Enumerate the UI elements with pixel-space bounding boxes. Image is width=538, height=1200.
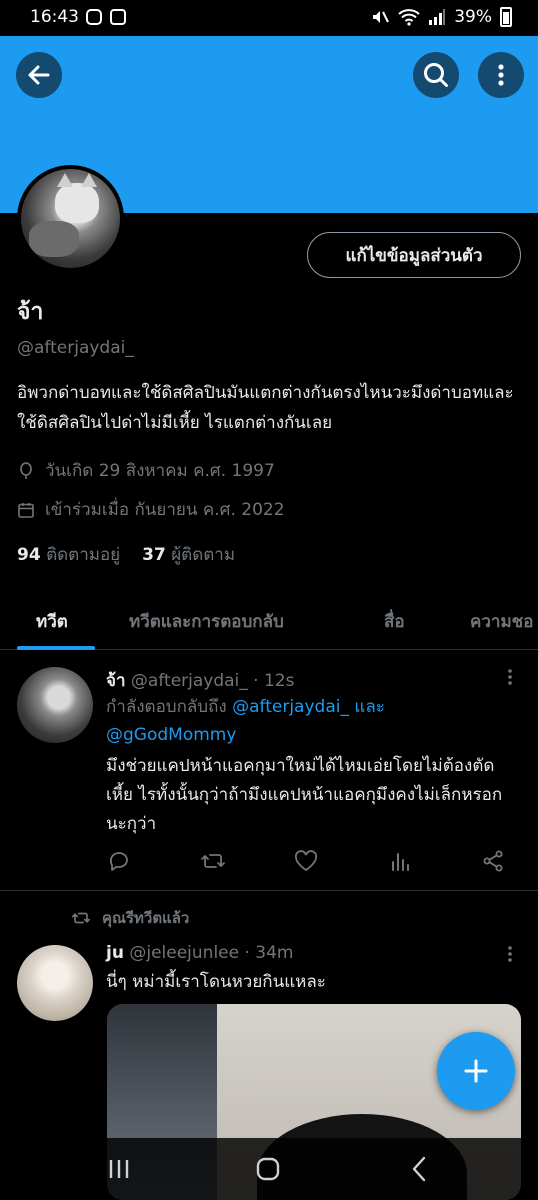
share-icon (483, 850, 503, 872)
edit-profile-button[interactable]: แก้ไขข้อมูลส่วนตัว (307, 232, 521, 278)
tweet-text: นี่ๆ หม่ามี้เราโดนหวยกินแหละ (106, 972, 326, 992)
wifi-icon (398, 9, 420, 26)
back-button[interactable] (16, 52, 62, 98)
birthday-row: วันเกิด 29 สิงหาคม ค.ศ. 1997 (17, 457, 275, 484)
status-time: 16:43 (30, 7, 79, 27)
more-options-button[interactable] (478, 52, 524, 98)
tweet-author-name[interactable]: จ้า (106, 671, 126, 691)
joined-row: เข้าร่วมเมื่อ กันยายน ค.ศ. 2022 (17, 496, 285, 523)
tweet-more-button[interactable] (500, 667, 520, 687)
chevron-left-icon (412, 1156, 426, 1182)
retweeted-context: คุณรีทวีตแล้ว (70, 906, 189, 930)
status-indicators: 39% (370, 7, 512, 27)
more-vertical-icon (508, 669, 512, 685)
followers-label: ผู้ติดตาม (171, 545, 236, 565)
recent-apps-button[interactable] (104, 1156, 134, 1182)
following-label: ติดตามอยู่ (46, 545, 121, 565)
tweet-more-button[interactable] (500, 944, 520, 964)
compose-tweet-button[interactable] (437, 1032, 515, 1110)
retweet-icon (200, 854, 225, 868)
signal-icon (429, 9, 446, 25)
battery-percent: 39% (454, 7, 492, 27)
tweet-header: ju @jeleejunlee · 34m (106, 943, 293, 963)
profile-avatar[interactable] (17, 165, 124, 272)
profile-handle: @afterjaydai_ (17, 338, 134, 358)
more-vertical-icon (498, 64, 504, 86)
birthday-text: วันเกิด 29 สิงหาคม ค.ศ. 1997 (45, 461, 275, 481)
mute-icon (373, 11, 390, 23)
profile-bio: อิพวกด่าบอทและใช้ดิสศิลปินมันแตกต่างกันต… (17, 383, 514, 433)
tweet-avatar[interactable] (17, 667, 93, 743)
reply-button[interactable] (106, 848, 132, 874)
balloon-icon (17, 461, 35, 480)
search-icon (424, 63, 448, 87)
home-button[interactable] (253, 1156, 283, 1182)
more-vertical-icon (508, 946, 512, 962)
tweet-avatar[interactable] (17, 945, 93, 1021)
reply-icon (109, 852, 128, 871)
tweet-text: มึงช่วยแคปหน้าแอคกุมาใหม่ได้ไหมเอ่ยโดยไม… (106, 756, 503, 834)
home-icon (256, 1157, 280, 1181)
instagram-icon (86, 9, 102, 25)
system-nav-bar (0, 1138, 538, 1200)
tab-tweets-replies[interactable]: ทวีตและการตอบกลับ (129, 608, 284, 635)
tweet-divider (0, 890, 538, 891)
following-link[interactable]: 94 ติดตามอยู่ (17, 541, 120, 568)
reply-prefix: กำลังตอบกลับถึง (106, 697, 227, 717)
analytics-icon (391, 853, 409, 871)
views-button[interactable] (387, 848, 413, 874)
status-bar: 16:43 39% (0, 0, 538, 36)
share-button[interactable] (480, 848, 506, 874)
reply-user-link[interactable]: @afterjaydai_ (232, 697, 349, 717)
battery-icon (500, 7, 512, 27)
tweet-actions (106, 848, 506, 874)
followers-count: 37 (142, 545, 166, 565)
reply-context: กำลังตอบกลับถึง @afterjaydai_ และ @gGodM… (106, 693, 511, 749)
back-nav-button[interactable] (404, 1156, 434, 1182)
search-button[interactable] (413, 52, 459, 98)
heart-icon (294, 850, 318, 872)
joined-text: เข้าร่วมเมื่อ กันยายน ค.ศ. 2022 (45, 500, 285, 520)
calendar-icon (17, 501, 35, 519)
followers-link[interactable]: 37 ผู้ติดตาม (142, 541, 235, 568)
profile-name: จ้า (17, 299, 44, 325)
recents-icon (109, 1160, 129, 1178)
reply-and: และ (354, 697, 385, 717)
active-tab-indicator (17, 646, 95, 650)
reply-user-link[interactable]: @gGodMommy (106, 725, 236, 745)
following-count: 94 (17, 545, 41, 565)
arrow-left-icon (28, 65, 50, 85)
tab-likes[interactable]: ความชอ (470, 608, 533, 635)
cat-photo (55, 173, 99, 223)
plus-icon (464, 1059, 488, 1083)
tab-media[interactable]: สื่อ (384, 608, 405, 635)
tweet-header: จ้า @afterjaydai_ · 12s (106, 667, 294, 694)
retweeted-label: คุณรีทวีตแล้ว (102, 909, 190, 927)
like-button[interactable] (293, 848, 319, 874)
tweet-handle-time: @afterjaydai_ · 12s (130, 671, 295, 691)
follow-stats: 94 ติดตามอยู่ 37 ผู้ติดตาม (17, 541, 235, 568)
retweet-button[interactable] (200, 848, 226, 874)
gallery-icon (110, 9, 126, 25)
tweet-handle-time: @jeleejunlee · 34m (129, 943, 294, 963)
hand-photo (29, 221, 79, 257)
profile-tabs: ทวีต ทวีตและการตอบกลับ สื่อ ความชอ (0, 594, 538, 650)
tab-tweets[interactable]: ทวีต (36, 608, 68, 635)
retweet-icon (71, 912, 91, 924)
tweet-author-name[interactable]: ju (106, 943, 124, 963)
